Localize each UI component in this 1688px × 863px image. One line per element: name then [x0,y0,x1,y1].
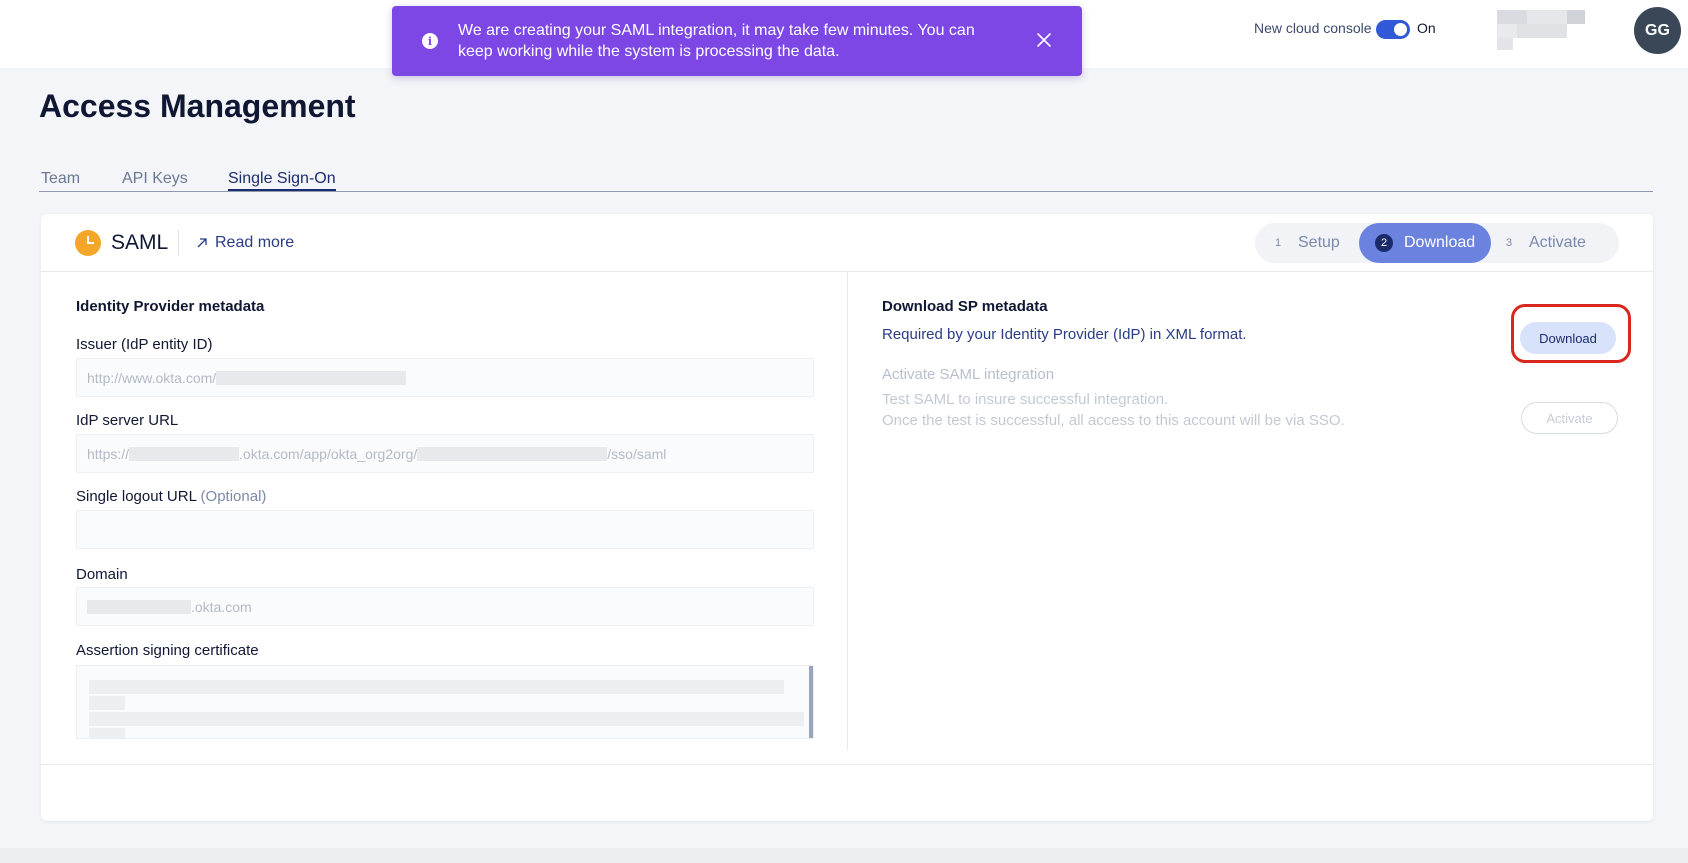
download-sp-title: Download SP metadata [882,298,1048,315]
url-part: https:// [87,445,130,462]
info-icon: i [422,33,438,49]
assertion-cert-textarea[interactable] [76,665,814,739]
toast-message: We are creating your SAML integration, i… [458,22,975,60]
read-more-link[interactable]: Read more [196,234,294,252]
idp-server-url-label: IdP server URL [76,412,179,429]
saml-title: SAML [111,231,169,254]
header-divider [178,230,179,256]
issuer-label: Issuer (IdP entity ID) [76,336,213,353]
redacted-text [129,446,240,461]
setup-stepper: 1 Setup 2 Download 3 Activate [1255,223,1619,263]
step-label: Download [1404,234,1476,251]
page-title: Access Management [39,88,356,124]
redacted-text [87,599,191,614]
issuer-input[interactable]: http://www.okta.com/ [76,358,814,397]
activate-saml-title: Activate SAML integration [882,366,1055,383]
redacted-line [89,680,784,694]
step-number: 1 [1274,237,1282,249]
domain-label: Domain [76,566,128,583]
url-part: /sso/saml [607,445,667,462]
page-bottom-strip [0,848,1688,863]
optional-tag: (Optional) [200,488,267,505]
sp-metadata-panel: Download SP metadata Required by your Id… [849,272,1653,750]
redacted-text [417,446,608,461]
domain-value: .okta.com [191,598,252,615]
activate-description-2: Once the test is successful, all access … [882,412,1345,429]
saml-card: SAML Read more 1 Setup 2 Download 3 Acti… [41,214,1653,821]
issuer-value: http://www.okta.com/ [87,369,217,386]
close-icon[interactable] [1034,30,1054,50]
user-name-redacted [1497,10,1597,52]
download-button[interactable]: Download [1520,322,1616,354]
step-download[interactable]: 2 Download [1359,223,1492,263]
new-console-label: New cloud console [1254,20,1372,36]
external-link-icon [197,238,207,248]
idp-section-title: Identity Provider metadata [76,298,265,315]
idp-metadata-panel: Identity Provider metadata Issuer (IdP e… [41,272,848,750]
tab-team[interactable]: Team [41,170,80,188]
cert-scrollbar[interactable] [809,666,813,738]
label-text: Single logout URL [76,488,197,505]
read-more-label: Read more [215,234,295,251]
step-activate[interactable]: 3 Activate [1500,223,1586,263]
activate-button[interactable]: Activate [1521,402,1618,434]
redacted-text [216,370,407,385]
redacted-line [89,696,125,710]
single-logout-url-label: Single logout URL (Optional) [76,488,266,505]
url-part: .okta.com/app/okta_org2org/ [239,445,418,462]
domain-input[interactable]: .okta.com [76,587,814,626]
tab-single-sign-on[interactable]: Single Sign-On [228,170,336,191]
tab-bar: Team API Keys Single Sign-On [39,170,1653,192]
single-logout-url-input[interactable] [76,510,814,549]
toggle-state-label: On [1417,20,1436,36]
step-label: Activate [1529,234,1586,251]
info-toast: i We are creating your SAML integration,… [392,6,1082,76]
card-footer-divider [41,764,1653,765]
step-setup[interactable]: 1 Setup [1269,223,1340,263]
download-sp-description: Required by your Identity Provider (IdP)… [882,326,1247,343]
new-console-toggle[interactable] [1376,20,1410,39]
step-number: 2 [1375,234,1393,252]
tab-api-keys[interactable]: API Keys [122,170,188,188]
idp-server-url-input[interactable]: https:// .okta.com/app/okta_org2org/ /sso/… [76,434,814,473]
user-avatar[interactable]: GG [1634,7,1681,54]
redacted-line [89,728,125,738]
activate-description-1: Test SAML to insure successful integrati… [882,391,1169,408]
redacted-line [89,712,804,726]
card-header: SAML Read more 1 Setup 2 Download 3 Acti… [41,214,1653,272]
assertion-cert-label: Assertion signing certificate [76,642,259,659]
step-label: Setup [1298,234,1340,251]
saml-logo-icon [75,230,101,256]
step-number: 3 [1505,237,1513,249]
